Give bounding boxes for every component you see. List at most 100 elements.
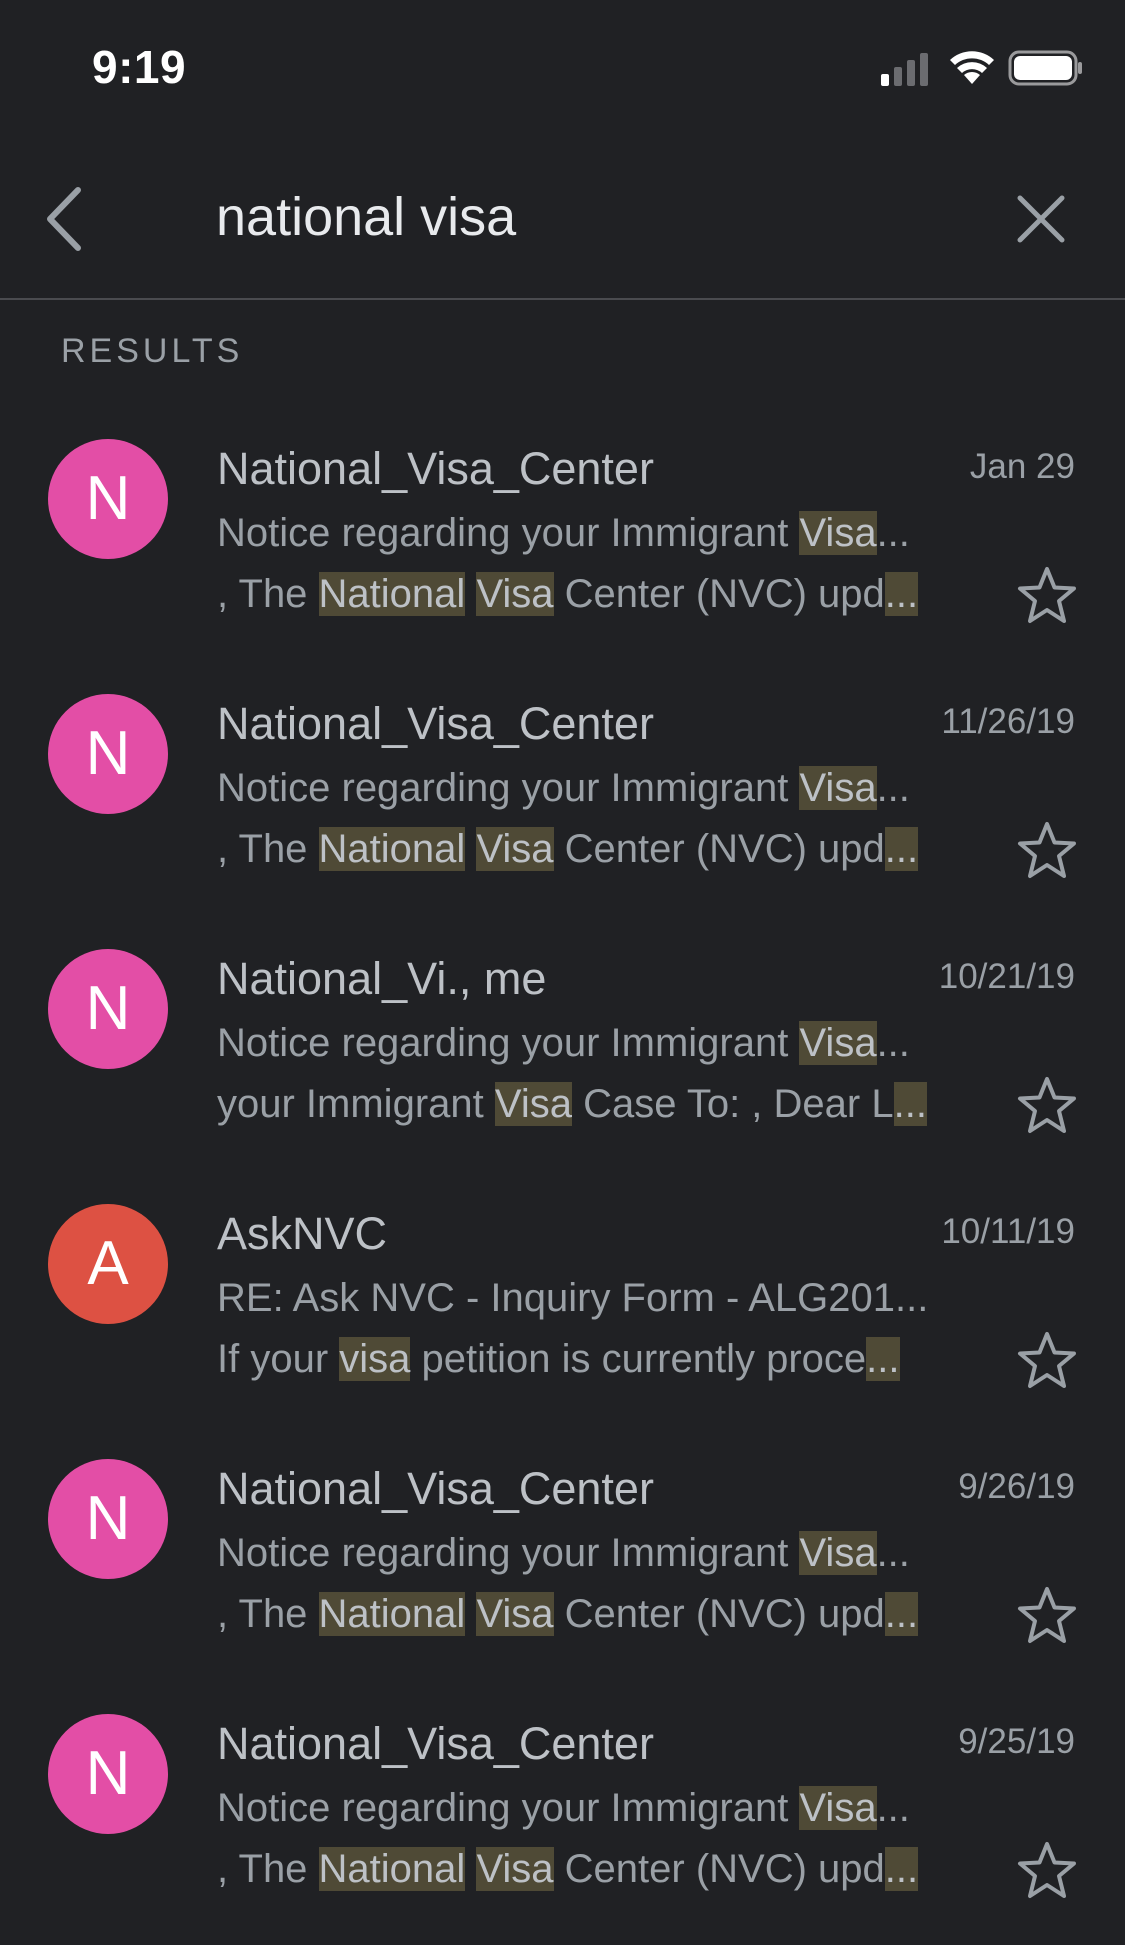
text-segment: ...	[876, 511, 910, 555]
email-row[interactable]: N National_Visa_Center 9/26/19 Notice re…	[0, 1435, 1125, 1690]
text-segment: , The	[217, 1592, 319, 1636]
email-snippet: , The National Visa Center (NVC) upd...	[217, 1847, 971, 1892]
email-row[interactable]: N National_Visa_Center 9/25/19 Notice re…	[0, 1690, 1125, 1945]
text-segment: petition is currently proce	[410, 1337, 867, 1381]
email-subject: Notice regarding your Immigrant Visa...	[217, 766, 971, 811]
search-highlight: ...	[884, 827, 919, 871]
email-subject: Notice regarding your Immigrant Visa...	[217, 511, 971, 556]
text-segment: RE: Ask NVC - Inquiry Form - ALG201...	[217, 1276, 929, 1320]
text-segment: ...	[876, 1021, 910, 1065]
search-highlight: visa	[339, 1337, 411, 1381]
text-segment: Notice regarding your Immigrant	[217, 511, 800, 555]
email-date: Jan 29	[969, 447, 1075, 486]
search-highlight: National	[318, 1592, 466, 1636]
text-segment: Center (NVC) upd	[553, 827, 885, 871]
search-highlight: Visa	[799, 1021, 877, 1065]
email-subject: RE: Ask NVC - Inquiry Form - ALG201...	[217, 1276, 971, 1321]
email-date: 9/25/19	[958, 1722, 1075, 1761]
email-row[interactable]: N National_Visa_Center 11/26/19 Notice r…	[0, 670, 1125, 925]
text-segment: ...	[876, 1531, 910, 1575]
email-row[interactable]: A AskNVC 10/11/19 RE: Ask NVC - Inquiry …	[0, 1180, 1125, 1435]
text-segment	[465, 572, 476, 616]
avatar: N	[48, 1459, 168, 1579]
email-snippet: , The National Visa Center (NVC) upd...	[217, 827, 971, 872]
email-date: 9/26/19	[958, 1467, 1075, 1506]
text-segment: Notice regarding your Immigrant	[217, 766, 800, 810]
sender-name: AskNVC	[217, 1208, 388, 1259]
email-date: 11/26/19	[941, 702, 1075, 741]
search-highlight: Visa	[799, 1786, 877, 1830]
results-heading: RESULTS	[61, 332, 244, 370]
search-header: national visa	[0, 140, 1125, 300]
search-highlight: ...	[884, 572, 919, 616]
search-highlight: Visa	[494, 1082, 572, 1126]
star-icon[interactable]	[1016, 1585, 1078, 1647]
text-segment: , The	[217, 827, 319, 871]
star-icon[interactable]	[1016, 1840, 1078, 1902]
text-segment: Center (NVC) upd	[553, 572, 885, 616]
search-highlight: National	[318, 1847, 466, 1891]
status-time: 9:19	[92, 41, 187, 93]
avatar: N	[48, 439, 168, 559]
back-arrow-icon[interactable]	[40, 182, 90, 256]
avatar: N	[48, 949, 168, 1069]
search-highlight: National	[318, 827, 466, 871]
text-segment: Center (NVC) upd	[553, 1847, 885, 1891]
search-highlight: Visa	[799, 766, 877, 810]
sender-name: National_Visa_Center	[217, 1463, 654, 1514]
star-icon[interactable]	[1016, 1075, 1078, 1137]
sender-name: National_Visa_Center	[217, 698, 654, 749]
text-segment	[465, 1592, 476, 1636]
star-icon[interactable]	[1016, 1330, 1078, 1392]
sender-name: National_Vi., me	[217, 953, 547, 1004]
avatar: N	[48, 694, 168, 814]
search-highlight: ...	[866, 1337, 900, 1381]
search-highlight: Visa	[476, 827, 554, 871]
cellular-signal-icon	[881, 53, 928, 86]
status-bar: 9:19	[0, 0, 1125, 140]
text-segment: ...	[876, 1786, 910, 1830]
text-segment: ...	[876, 766, 910, 810]
sender-name: National_Visa_Center	[217, 1718, 654, 1769]
search-input[interactable]: national visa	[216, 180, 516, 254]
email-snippet: If your visa petition is currently proce…	[217, 1337, 971, 1382]
text-segment: Notice regarding your Immigrant	[217, 1531, 800, 1575]
avatar: A	[48, 1204, 168, 1324]
email-subject: Notice regarding your Immigrant Visa...	[217, 1786, 971, 1831]
star-icon[interactable]	[1016, 565, 1078, 627]
text-segment: your Immigrant	[217, 1082, 495, 1126]
email-snippet: , The National Visa Center (NVC) upd...	[217, 1592, 971, 1637]
text-segment: , The	[217, 572, 319, 616]
search-highlight: Visa	[799, 1531, 877, 1575]
search-highlight: ...	[893, 1082, 927, 1126]
star-icon[interactable]	[1016, 820, 1078, 882]
text-segment	[465, 827, 476, 871]
battery-icon	[1008, 50, 1082, 86]
text-segment	[465, 1847, 476, 1891]
text-segment: Center (NVC) upd	[553, 1592, 885, 1636]
search-highlight: ...	[884, 1847, 919, 1891]
email-list: N National_Visa_Center Jan 29 Notice reg…	[0, 415, 1125, 1945]
email-subject: Notice regarding your Immigrant Visa...	[217, 1021, 971, 1066]
sender-name: National_Visa_Center	[217, 443, 654, 494]
email-snippet: your Immigrant Visa Case To: , Dear L...	[217, 1082, 971, 1127]
text-segment: If your	[217, 1337, 340, 1381]
search-highlight: Visa	[476, 1592, 554, 1636]
email-row[interactable]: N National_Vi., me 10/21/19 Notice regar…	[0, 925, 1125, 1180]
search-highlight: Visa	[476, 572, 554, 616]
avatar: N	[48, 1714, 168, 1834]
email-row[interactable]: N National_Visa_Center Jan 29 Notice reg…	[0, 415, 1125, 670]
email-snippet: , The National Visa Center (NVC) upd...	[217, 572, 971, 617]
search-highlight: Visa	[799, 511, 877, 555]
email-date: 10/21/19	[938, 957, 1075, 996]
text-segment: Notice regarding your Immigrant	[217, 1786, 800, 1830]
email-date: 10/11/19	[941, 1212, 1075, 1251]
email-subject: Notice regarding your Immigrant Visa...	[217, 1531, 971, 1576]
text-segment: , The	[217, 1847, 319, 1891]
text-segment: Case To: , Dear L	[571, 1082, 894, 1126]
wifi-icon	[950, 51, 994, 84]
close-icon[interactable]	[1012, 190, 1070, 248]
search-highlight: ...	[884, 1592, 919, 1636]
search-highlight: Visa	[476, 1847, 554, 1891]
search-highlight: National	[318, 572, 466, 616]
